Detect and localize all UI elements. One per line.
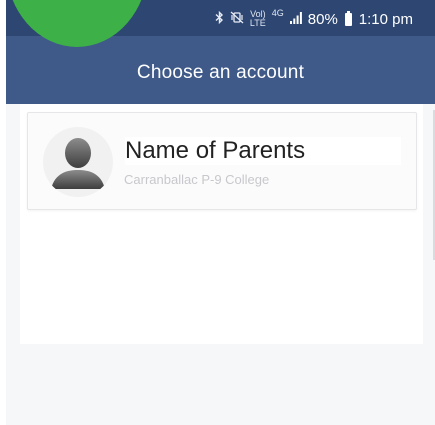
volte-icon: Vol) LTE — [249, 9, 266, 28]
person-icon — [51, 138, 105, 189]
account-name: Name of Parents — [125, 137, 401, 165]
account-list-item[interactable]: Name of Parents Carranballac P-9 College — [27, 112, 417, 210]
network-type: 4G — [271, 8, 284, 18]
signal-icon — [289, 11, 302, 27]
account-school: Carranballac P-9 College — [124, 172, 270, 187]
account-list: Name of Parents Carranballac P-9 College — [20, 104, 423, 344]
battery-percent: 80% — [307, 10, 338, 28]
clock: 1:10 pm — [358, 10, 413, 28]
status-icons: Vol) LTE 4G 80% 1:10 pm — [215, 8, 413, 28]
battery-icon — [344, 10, 352, 26]
bluetooth-icon — [215, 10, 224, 27]
page-title: Choose an account — [136, 62, 305, 83]
vibrate-icon — [230, 11, 244, 27]
app-screen: Vol) LTE 4G 80% 1:10 pm Choose an accoun… — [6, 0, 435, 425]
avatar — [43, 127, 113, 197]
